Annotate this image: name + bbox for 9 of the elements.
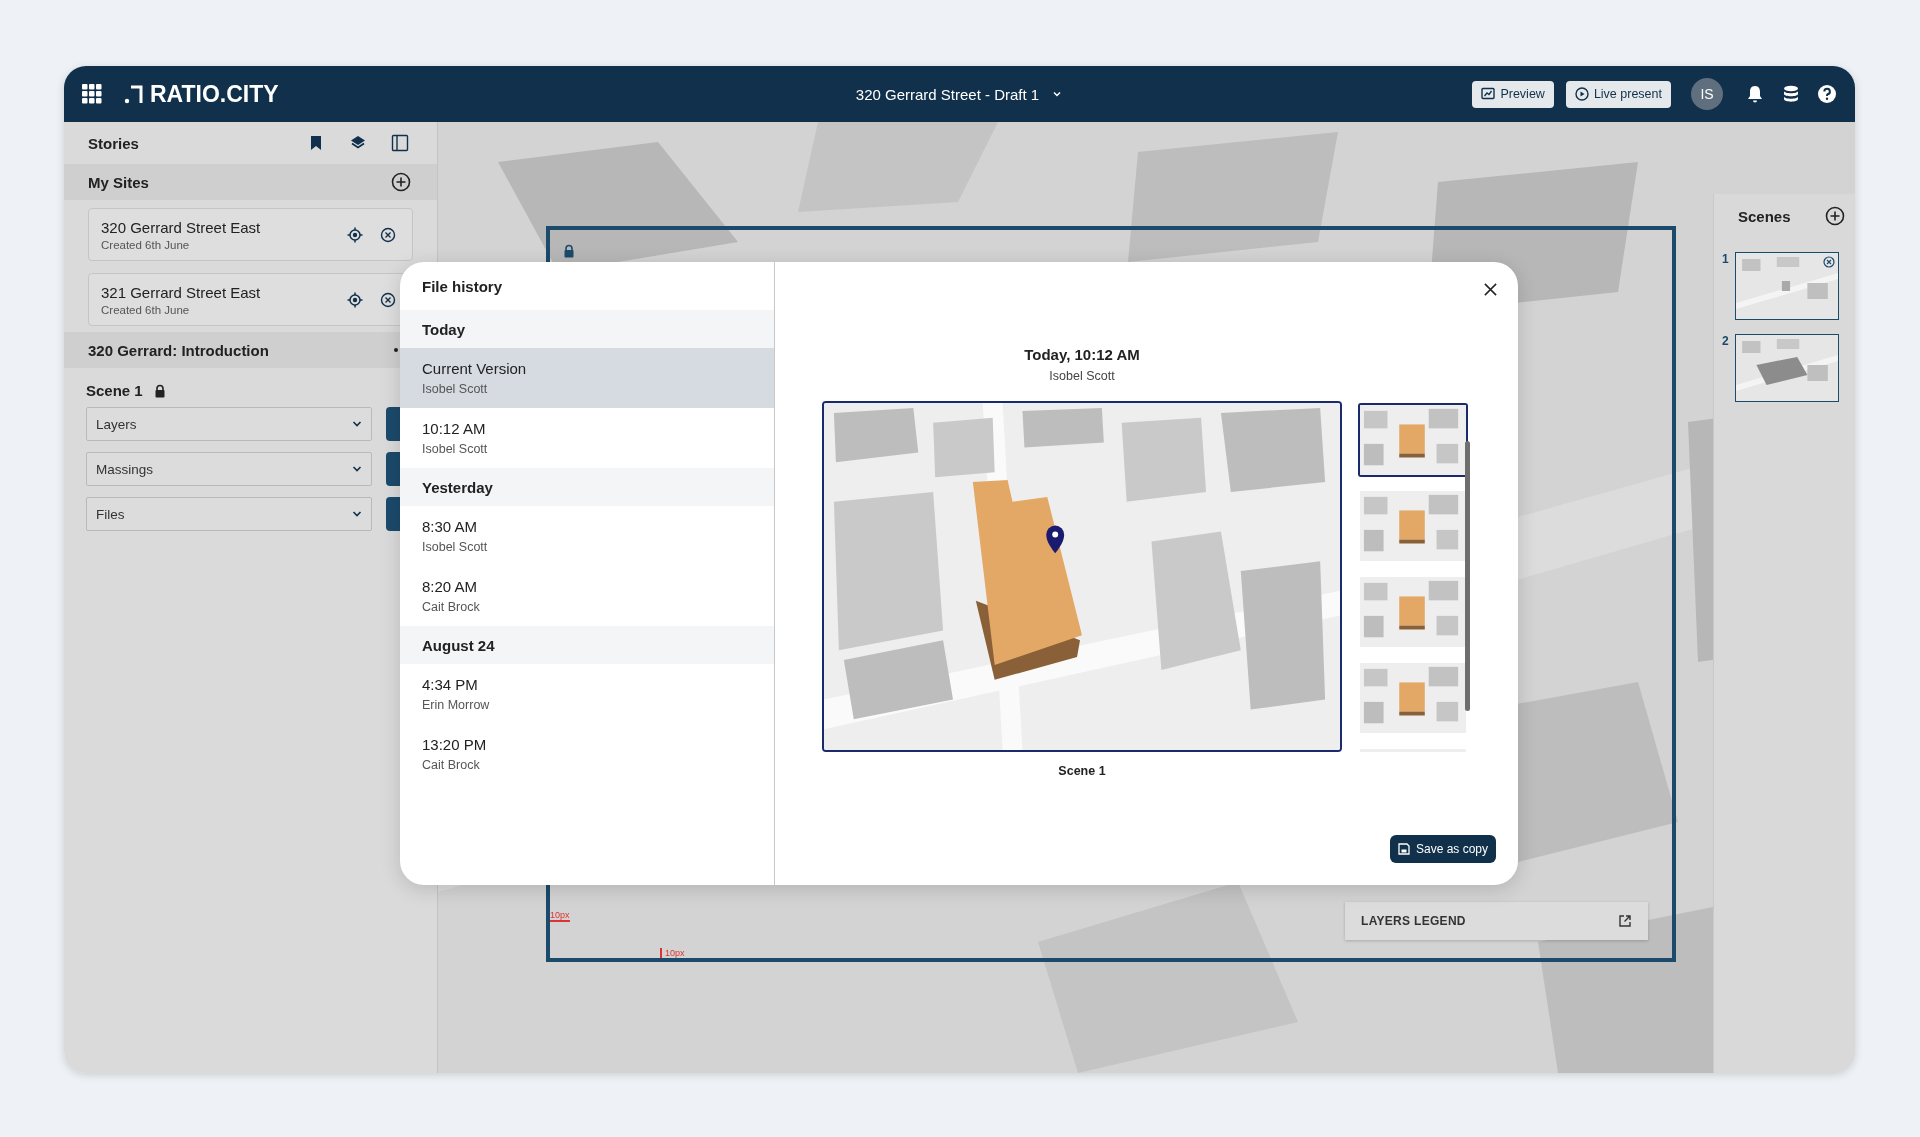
site-name: 320 Gerrard Street East [101,218,262,236]
scene-title: Scene 1 [86,382,143,399]
section-title: My Sites [88,173,149,191]
site-name: 321 Gerrard Street East [101,283,262,301]
logo-text: RATIO.CITY [150,80,279,108]
site-date: Created 6th June [101,238,191,251]
story-title: 320 Gerrard: Introduction [88,341,269,359]
site-date: Created 6th June [101,303,191,316]
sidebar-title: Stories [88,134,139,152]
